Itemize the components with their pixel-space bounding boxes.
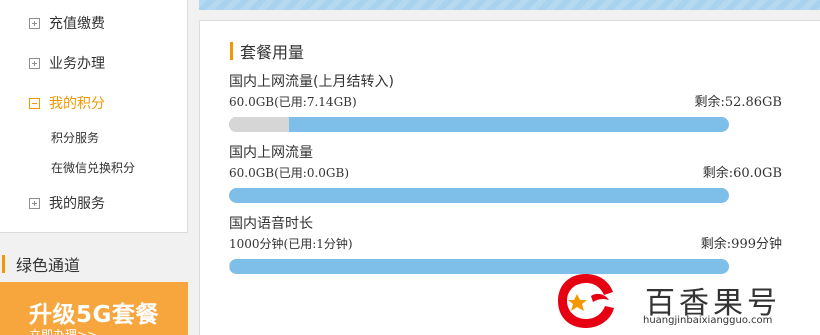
usage-progress-bar	[229, 117, 729, 132]
watermark-url: huangjinbaixiangguo.com	[643, 315, 773, 326]
watermark: 百香果号 huangjinbaixiangguo.com	[555, 272, 817, 332]
usage-remaining: 剩余:52.86GB	[694, 95, 782, 110]
heading-accent-bar	[2, 255, 5, 273]
top-banner	[199, 0, 820, 10]
collapse-minus-icon[interactable]	[29, 97, 40, 109]
usage-remaining: 剩余:60.0GB	[702, 166, 782, 181]
heading-accent-bar	[230, 42, 233, 60]
usage-item-data: 国内上网流量 60.0GB(已用:0.0GB) 剩余:60.0GB	[229, 142, 782, 212]
sidebar-subitem-points-service[interactable]: 积分服务	[51, 129, 99, 147]
sidebar-item-business[interactable]: 业务办理	[29, 53, 105, 73]
green-channel-label: 绿色通道	[16, 256, 81, 275]
expand-plus-icon[interactable]	[29, 57, 40, 69]
usage-used: 1000分钟(已用:1分钟)	[229, 237, 353, 251]
sidebar-item-label: 业务办理	[49, 56, 105, 72]
usage-progress-used	[229, 117, 289, 132]
section-title-text: 套餐用量	[240, 43, 305, 62]
usage-name: 国内上网流量	[229, 145, 313, 161]
sidebar-item-label: 我的服务	[49, 196, 105, 212]
sidebar-item-recharge[interactable]: 充值缴费	[29, 13, 105, 33]
promo-subtitle[interactable]: 立即办理>>	[29, 326, 97, 335]
brand-logo-icon	[558, 274, 614, 328]
usage-name: 国内上网流量(上月结转入)	[229, 74, 394, 90]
usage-item-data-carryover: 国内上网流量(上月结转入) 60.0GB(已用:7.14GB) 剩余:52.86…	[229, 71, 782, 141]
sidebar-item-label: 我的积分	[49, 96, 105, 112]
promo-title: 升级5G套餐	[29, 302, 159, 328]
usage-progress-bar	[229, 188, 729, 203]
usage-progress-used	[229, 259, 230, 274]
usage-used: 60.0GB(已用:7.14GB)	[229, 95, 357, 109]
section-title: 套餐用量	[230, 40, 304, 62]
usage-used: 60.0GB(已用:0.0GB)	[229, 166, 350, 180]
sidebar: 充值缴费 业务办理 我的积分 积分服务 在微信兑换积分 我的服务 绿色通道 升级…	[0, 0, 188, 335]
sidebar-item-my-points[interactable]: 我的积分	[29, 93, 105, 113]
green-channel-heading: 绿色通道	[0, 249, 188, 279]
sidebar-menu: 充值缴费 业务办理 我的积分 积分服务 在微信兑换积分 我的服务	[0, 0, 188, 233]
sidebar-item-my-service[interactable]: 我的服务	[29, 193, 105, 213]
expand-plus-icon[interactable]	[29, 197, 40, 209]
upgrade-5g-promo[interactable]: 升级5G套餐 立即办理>>	[0, 282, 188, 335]
sidebar-subitem-wechat-exchange[interactable]: 在微信兑换积分	[51, 159, 135, 177]
expand-plus-icon[interactable]	[29, 17, 40, 29]
sidebar-item-label: 充值缴费	[49, 16, 105, 32]
usage-remaining: 剩余:999分钟	[700, 237, 782, 252]
usage-name: 国内语音时长	[229, 216, 313, 232]
